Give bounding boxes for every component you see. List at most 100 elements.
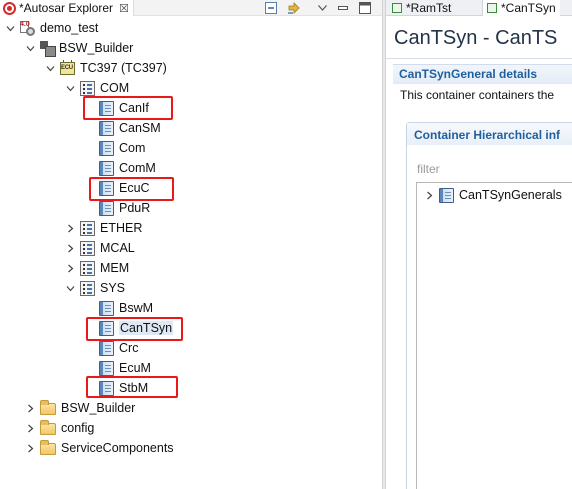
tree-item-canif[interactable]: CanIf xyxy=(99,98,149,118)
ecum-label: EcuM xyxy=(119,361,151,375)
folder-icon xyxy=(40,399,56,415)
tree-item-sys[interactable]: SYS xyxy=(64,278,125,298)
autosar-explorer-panel: *Autosar Explorer ☒ 4.0 demo_test BSW_Bu… xyxy=(0,0,382,489)
project-label: demo_test xyxy=(40,21,99,35)
filter-input[interactable] xyxy=(417,160,572,178)
folder-label: BSW_Builder xyxy=(61,401,136,415)
view-menu-icon[interactable] xyxy=(316,1,328,15)
chevron-right-icon[interactable] xyxy=(64,238,76,258)
chevron-right-icon[interactable] xyxy=(64,258,76,278)
chevron-down-icon[interactable] xyxy=(64,278,76,298)
bsw-builder-label: BSW_Builder xyxy=(59,41,134,55)
tree-item-folder-config[interactable]: config xyxy=(24,418,94,438)
ether-label: ETHER xyxy=(100,221,143,235)
close-icon[interactable]: ☒ xyxy=(119,2,129,15)
tab-ramtst-label: *RamTst xyxy=(406,1,452,15)
tree-item-project[interactable]: 4.0 demo_test xyxy=(4,18,98,38)
tab-ramtst[interactable]: *RamTst xyxy=(388,0,455,16)
folder-icon xyxy=(40,439,56,455)
package-list-icon xyxy=(80,260,95,276)
folder-label: ServiceComponents xyxy=(61,441,174,455)
cantsyn-generals-label: CanTSynGenerals xyxy=(459,188,562,202)
maximize-icon[interactable] xyxy=(358,1,372,15)
module-icon xyxy=(99,300,114,316)
tree-item-cansm[interactable]: CanSM xyxy=(99,118,161,138)
tree-item-bsw-builder[interactable]: BSW_Builder xyxy=(24,38,133,58)
hierarchy-section-title[interactable]: Container Hierarchical inf xyxy=(414,128,560,142)
tree-item-pdur[interactable]: PduR xyxy=(99,198,150,218)
chevron-right-icon[interactable] xyxy=(423,185,435,205)
link-with-editor-icon[interactable] xyxy=(286,1,302,15)
com-module-label: Com xyxy=(119,141,146,155)
details-section-title[interactable]: CanTSynGeneral details xyxy=(399,67,537,81)
tree-item-stbm[interactable]: StbM xyxy=(99,378,148,398)
module-icon xyxy=(99,320,114,336)
editor-title: CanTSyn - CanTS xyxy=(394,27,558,49)
tree-item-crc[interactable]: Crc xyxy=(99,338,138,358)
folder-icon xyxy=(40,419,56,435)
module-editor-icon xyxy=(487,3,497,13)
ecu-label: TC397 (TC397) xyxy=(80,61,167,75)
cantsyn-label: CanTSyn xyxy=(119,321,174,335)
tab-cantsyn-label: *CanTSyn xyxy=(501,1,556,15)
package-list-icon xyxy=(80,240,95,256)
autosar-icon xyxy=(3,1,16,15)
package-list-icon xyxy=(80,220,95,236)
bswm-label: BswM xyxy=(119,301,154,315)
chevron-right-icon[interactable] xyxy=(64,218,76,238)
divider xyxy=(386,58,572,59)
tree-item-ecum[interactable]: EcuM xyxy=(99,358,151,378)
com-label: COM xyxy=(100,81,130,95)
tree-item-com[interactable]: COM xyxy=(64,78,129,98)
tab-cantsyn[interactable]: *CanTSyn xyxy=(482,0,560,16)
module-icon xyxy=(99,140,114,156)
hierarchy-tree: CanTSynGenerals xyxy=(416,182,572,489)
tree-item-comm[interactable]: ComM xyxy=(99,158,156,178)
tree-item-mem[interactable]: MEM xyxy=(64,258,129,278)
cantsyn-editor: *RamTst *CanTSyn CanTSyn - CanTS CanTSyn… xyxy=(386,0,572,489)
explorer-header: *Autosar Explorer ☒ xyxy=(0,0,382,16)
chevron-right-icon[interactable] xyxy=(24,418,36,438)
chevron-down-icon[interactable] xyxy=(64,78,76,98)
module-editor-icon xyxy=(392,3,402,13)
ecuc-label: EcuC xyxy=(119,181,150,195)
module-icon xyxy=(99,160,114,176)
chevron-right-icon[interactable] xyxy=(24,398,36,418)
module-icon xyxy=(99,180,114,196)
editor-tab-bar: *RamTst *CanTSyn xyxy=(386,0,572,16)
canif-label: CanIf xyxy=(119,101,149,115)
tree-item-ether[interactable]: ETHER xyxy=(64,218,142,238)
project-icon: 4.0 xyxy=(20,20,35,36)
tree-item-com-module[interactable]: Com xyxy=(99,138,145,158)
cansm-label: CanSM xyxy=(119,121,161,135)
details-description: This container containers the xyxy=(400,88,555,102)
tree-item-cantsyn-generals[interactable]: CanTSynGenerals xyxy=(423,185,562,205)
minimize-icon[interactable] xyxy=(337,1,349,15)
tree-item-mcal[interactable]: MCAL xyxy=(64,238,135,258)
tree-item-folder-bsw-builder[interactable]: BSW_Builder xyxy=(24,398,135,418)
module-icon xyxy=(99,100,114,116)
tree-item-bswm[interactable]: BswM xyxy=(99,298,153,318)
chevron-down-icon[interactable] xyxy=(24,38,36,58)
module-icon xyxy=(99,340,114,356)
module-icon xyxy=(99,360,114,376)
comm-label: ComM xyxy=(119,161,156,175)
package-list-icon xyxy=(80,280,95,296)
folder-label: config xyxy=(61,421,95,435)
module-icon xyxy=(99,380,114,396)
chevron-down-icon[interactable] xyxy=(4,18,16,38)
tab-autosar-explorer[interactable]: *Autosar Explorer ☒ xyxy=(0,0,134,16)
package-list-icon xyxy=(80,80,95,96)
mem-label: MEM xyxy=(100,261,130,275)
tree-item-folder-service-components[interactable]: ServiceComponents xyxy=(24,438,174,458)
tree-item-ecu[interactable]: TC397 (TC397) xyxy=(44,58,167,78)
crc-label: Crc xyxy=(119,341,139,355)
chevron-right-icon[interactable] xyxy=(24,438,36,458)
tree-item-cantsyn[interactable]: CanTSyn xyxy=(99,318,174,338)
sys-label: SYS xyxy=(100,281,126,295)
chevron-down-icon[interactable] xyxy=(44,58,56,78)
tree-item-ecuc[interactable]: EcuC xyxy=(99,178,150,198)
builder-icon xyxy=(40,41,56,57)
collapse-all-icon[interactable] xyxy=(264,1,278,15)
mcal-label: MCAL xyxy=(100,241,135,255)
